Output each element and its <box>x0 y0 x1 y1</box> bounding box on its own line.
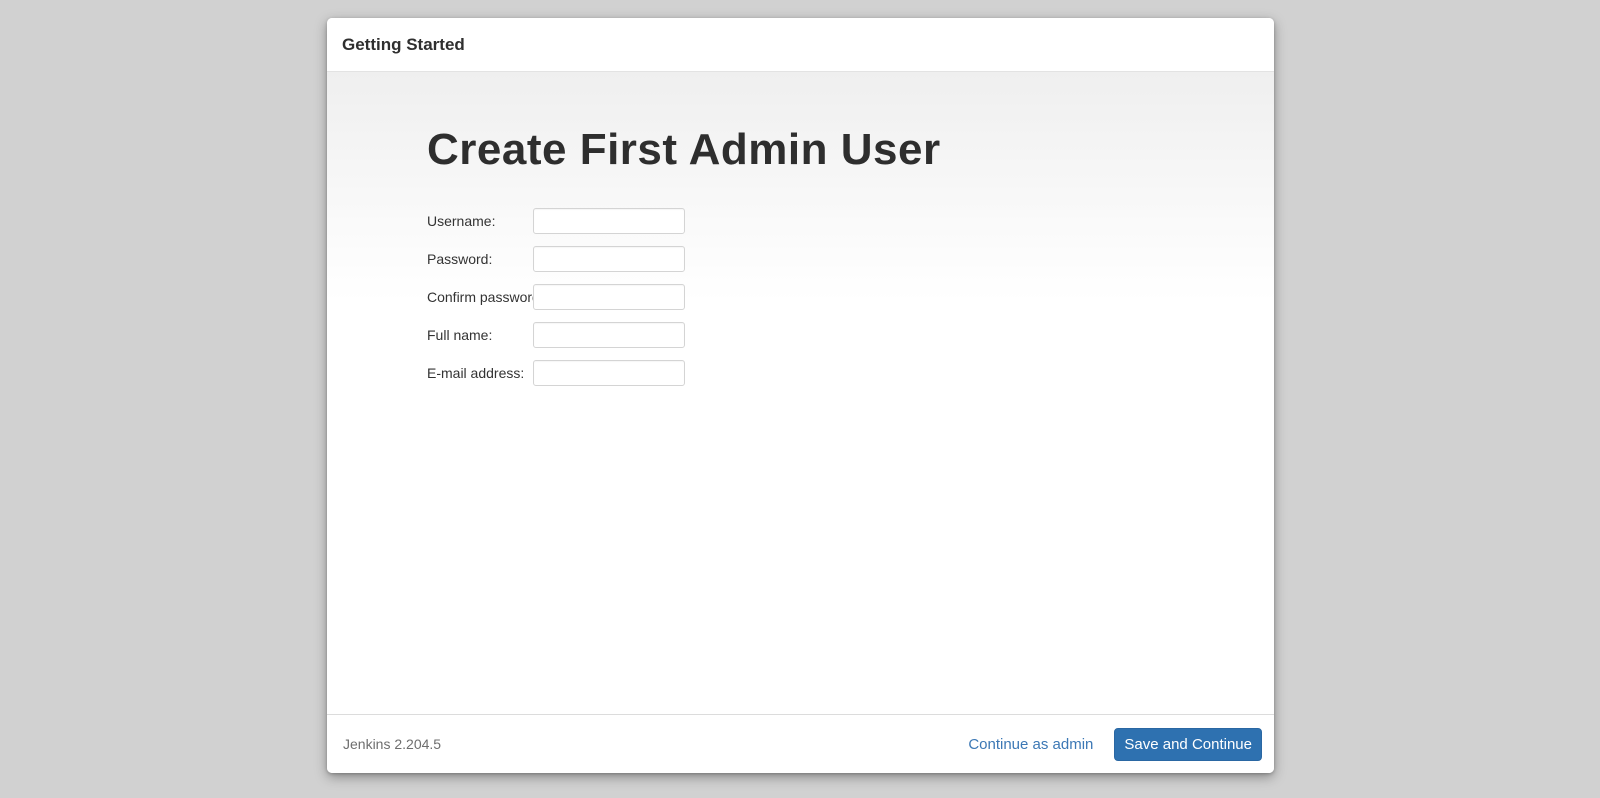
page-title: Create First Admin User <box>427 125 1234 175</box>
dialog-header: Getting Started <box>327 18 1274 72</box>
dialog-footer: Jenkins 2.204.5 Continue as admin Save a… <box>327 714 1274 773</box>
form-row-email: E-mail address: <box>427 360 1234 386</box>
jenkins-version-label: Jenkins 2.204.5 <box>343 736 441 752</box>
username-label: Username: <box>427 213 533 229</box>
dialog-body: Create First Admin User Username: Passwo… <box>327 72 1274 714</box>
form-row-full-name: Full name: <box>427 322 1234 348</box>
form-row-confirm-password: Confirm password: <box>427 284 1234 310</box>
create-admin-user-form: Username: Password: Confirm password: Fu… <box>427 208 1234 386</box>
confirm-password-label: Confirm password: <box>427 289 533 305</box>
username-input[interactable] <box>533 208 685 234</box>
continue-as-admin-link[interactable]: Continue as admin <box>968 736 1093 753</box>
save-and-continue-button[interactable]: Save and Continue <box>1114 728 1262 761</box>
email-input[interactable] <box>533 360 685 386</box>
password-input[interactable] <box>533 246 685 272</box>
form-row-password: Password: <box>427 246 1234 272</box>
email-label: E-mail address: <box>427 365 533 381</box>
getting-started-dialog: Getting Started Create First Admin User … <box>327 18 1274 773</box>
full-name-input[interactable] <box>533 322 685 348</box>
password-label: Password: <box>427 251 533 267</box>
dialog-header-title: Getting Started <box>342 35 465 55</box>
confirm-password-input[interactable] <box>533 284 685 310</box>
form-row-username: Username: <box>427 208 1234 234</box>
full-name-label: Full name: <box>427 327 533 343</box>
